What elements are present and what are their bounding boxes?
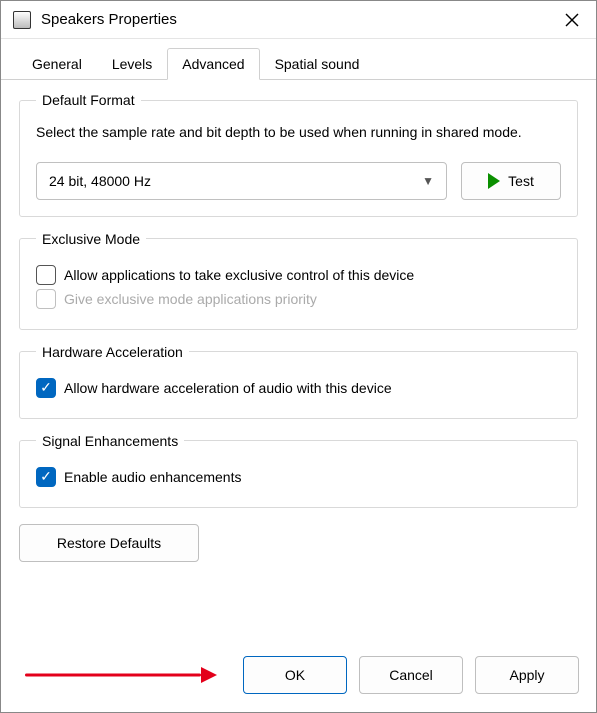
default-format-description: Select the sample rate and bit depth to … xyxy=(36,122,561,144)
sample-rate-select[interactable]: 24 bit, 48000 Hz ▼ xyxy=(36,162,447,200)
ok-button-label: OK xyxy=(285,667,305,683)
annotation-arrow xyxy=(19,664,219,686)
tab-content: Default Format Select the sample rate an… xyxy=(1,80,596,656)
default-format-legend: Default Format xyxy=(36,92,141,108)
signal-enhancements-legend: Signal Enhancements xyxy=(36,433,184,449)
test-button-label: Test xyxy=(508,173,534,189)
tab-advanced[interactable]: Advanced xyxy=(167,48,259,80)
tab-levels[interactable]: Levels xyxy=(97,48,167,80)
tab-general[interactable]: General xyxy=(17,48,97,80)
sample-rate-value: 24 bit, 48000 Hz xyxy=(49,173,151,189)
speaker-icon xyxy=(13,11,31,29)
chevron-down-icon: ▼ xyxy=(422,174,434,188)
close-icon xyxy=(565,13,579,27)
play-icon xyxy=(488,173,500,189)
cancel-button[interactable]: Cancel xyxy=(359,656,463,694)
close-button[interactable] xyxy=(558,6,586,34)
enable-enhancements-checkbox[interactable]: ✓ xyxy=(36,467,56,487)
apply-button[interactable]: Apply xyxy=(475,656,579,694)
titlebar: Speakers Properties xyxy=(1,1,596,39)
dialog-footer: OK Cancel Apply xyxy=(1,656,596,712)
exclusive-mode-legend: Exclusive Mode xyxy=(36,231,146,247)
hardware-acceleration-group: Hardware Acceleration ✓ Allow hardware a… xyxy=(19,344,578,419)
properties-window: Speakers Properties General Levels Advan… xyxy=(0,0,597,713)
ok-button[interactable]: OK xyxy=(243,656,347,694)
tab-strip: General Levels Advanced Spatial sound xyxy=(1,39,596,80)
cancel-button-label: Cancel xyxy=(389,667,433,683)
exclusive-mode-group: Exclusive Mode Allow applications to tak… xyxy=(19,231,578,330)
allow-hw-accel-checkbox[interactable]: ✓ xyxy=(36,378,56,398)
allow-hw-accel-label: Allow hardware acceleration of audio wit… xyxy=(64,380,392,396)
exclusive-priority-checkbox xyxy=(36,289,56,309)
allow-exclusive-checkbox[interactable] xyxy=(36,265,56,285)
restore-defaults-button[interactable]: Restore Defaults xyxy=(19,524,199,562)
apply-button-label: Apply xyxy=(509,667,544,683)
allow-exclusive-label: Allow applications to take exclusive con… xyxy=(64,267,414,283)
window-title: Speakers Properties xyxy=(41,11,558,28)
hardware-acceleration-legend: Hardware Acceleration xyxy=(36,344,189,360)
enable-enhancements-label: Enable audio enhancements xyxy=(64,469,241,485)
exclusive-priority-label: Give exclusive mode applications priorit… xyxy=(64,291,317,307)
tab-spatial-sound[interactable]: Spatial sound xyxy=(260,48,375,80)
default-format-group: Default Format Select the sample rate an… xyxy=(19,92,578,217)
signal-enhancements-group: Signal Enhancements ✓ Enable audio enhan… xyxy=(19,433,578,508)
restore-defaults-label: Restore Defaults xyxy=(57,535,161,551)
test-button[interactable]: Test xyxy=(461,162,561,200)
